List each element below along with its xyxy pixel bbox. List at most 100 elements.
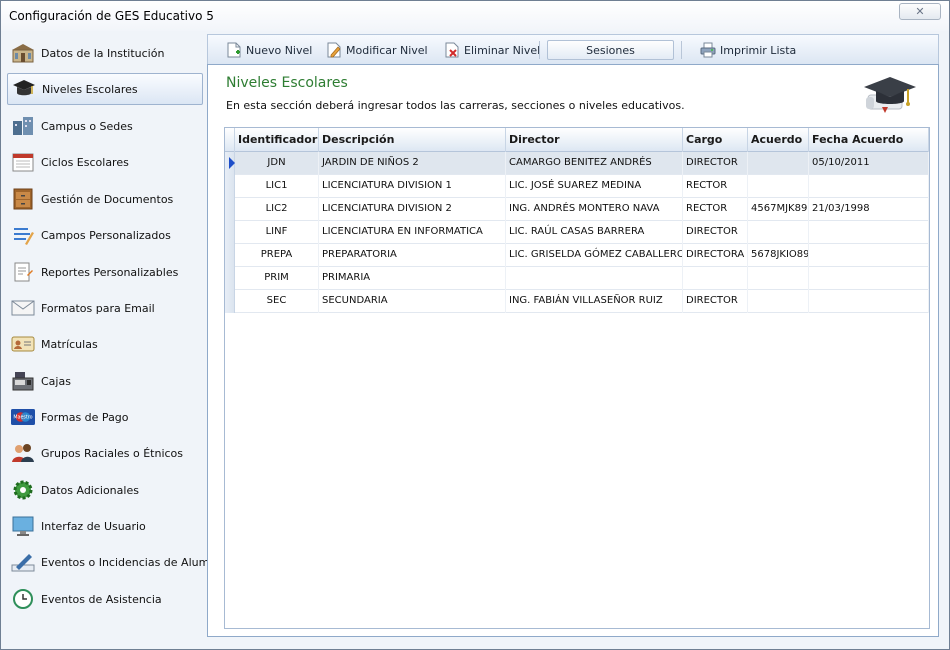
table-corner (225, 128, 235, 152)
table-row[interactable]: LIC1 LICENCIATURA DIVISION 1 LIC. JOSÉ SUA… (225, 175, 929, 198)
new-document-icon (226, 42, 242, 58)
new-level-label: Nuevo Nivel (246, 43, 313, 57)
edit-level-label: Modificar Nivel (346, 43, 428, 57)
table-cell: DIRECTORA (683, 244, 748, 267)
column-header[interactable]: Cargo (683, 128, 748, 152)
calendar-icon (11, 150, 35, 174)
sidebar-item-label: Matrículas (41, 337, 98, 351)
column-header[interactable]: Identificador (235, 128, 319, 152)
sidebar-item-label: Formatos para Email (41, 301, 155, 315)
pen-icon (11, 550, 35, 574)
sidebar-item-label: Grupos Raciales o Étnicos (41, 446, 184, 460)
table-cell: LIC1 (235, 175, 319, 198)
building-icon (11, 41, 35, 65)
row-selector[interactable] (225, 152, 235, 175)
sidebar-item-label: Niveles Escolares (42, 82, 138, 96)
toolbar: Nuevo Nivel Modificar Nivel Eliminar Niv… (207, 34, 939, 64)
table-cell: LIC. JOSÉ SUAREZ MEDINA (506, 175, 683, 198)
credit-card-icon: Maestro (11, 405, 35, 429)
column-header[interactable]: Descripción (319, 128, 506, 152)
window-title: Configuración de GES Educativo 5 (9, 9, 214, 23)
sidebar-item[interactable]: Cajas (7, 365, 203, 397)
table-row[interactable]: JDN JARDIN DE NIÑOS 2 CAMARGO BENITEZ ANDR… (225, 152, 929, 175)
row-selector[interactable] (225, 290, 235, 313)
table-row[interactable]: LINF LICENCIATURA EN INFORMATICA LIC. RAÚL… (225, 221, 929, 244)
table-cell (748, 175, 809, 198)
row-selector[interactable] (225, 221, 235, 244)
graduation-cap-icon (12, 77, 36, 101)
table-cell (809, 175, 929, 198)
sidebar-item-label: Cajas (41, 374, 71, 388)
table-cell: LINF (235, 221, 319, 244)
sidebar-item[interactable]: Datos de la Institución (7, 37, 203, 69)
table-cell (809, 221, 929, 244)
config-window: Configuración de GES Educativo 5 ✕ Datos… (0, 0, 950, 650)
table-cell: LICENCIATURA DIVISION 1 (319, 175, 506, 198)
sessions-label: Sesiones (586, 43, 635, 57)
table-header: Identificador Descripción Director Cargo Acu… (225, 128, 929, 152)
sidebar-item-label: Campos Personalizados (41, 228, 171, 242)
sidebar-item-label: Formas de Pago (41, 410, 129, 424)
delete-level-button[interactable]: Eliminar Nivel (444, 40, 540, 60)
svg-text:Maestro: Maestro (13, 415, 32, 421)
table-cell: LIC. RAÚL CASAS BARRERA (506, 221, 683, 244)
sidebar-item[interactable]: Datos Adicionales (7, 474, 203, 506)
table-cell: DIRECTOR (683, 221, 748, 244)
row-selector[interactable] (225, 198, 235, 221)
sidebar-item[interactable]: Grupos Raciales o Étnicos (7, 437, 203, 469)
sidebar-item[interactable]: Formatos para Email (7, 292, 203, 324)
sidebar-item[interactable]: Eventos o Incidencias de Alumnos (7, 546, 229, 578)
table-cell: SEC (235, 290, 319, 313)
table-cell: RECTOR (683, 198, 748, 221)
sidebar-item[interactable]: Eventos de Asistencia (7, 583, 203, 615)
new-level-button[interactable]: Nuevo Nivel (226, 40, 312, 60)
column-header[interactable]: Fecha Acuerdo (809, 128, 929, 152)
table-cell: LICENCIATURA DIVISION 2 (319, 198, 506, 221)
table-row[interactable]: PRIM PRIMARIA (225, 267, 929, 290)
edit-level-button[interactable]: Modificar Nivel (326, 40, 428, 60)
row-selector[interactable] (225, 244, 235, 267)
sidebar-item[interactable]: Matrículas (7, 328, 203, 360)
sidebar-item[interactable]: Interfaz de Usuario (7, 510, 203, 542)
sidebar-item[interactable]: Maestro Formas de Pago (7, 401, 203, 433)
printer-icon (700, 42, 716, 58)
sidebar-item[interactable]: Ciclos Escolares (7, 146, 203, 178)
gear-icon (11, 478, 35, 502)
table-cell (506, 267, 683, 290)
table-row[interactable]: PREPA PREPARATORIA LIC. GRISELDA GÓMEZ CAB… (225, 244, 929, 267)
sidebar-item[interactable]: Campos Personalizados (7, 219, 203, 251)
cash-register-icon (11, 369, 35, 393)
row-selector[interactable] (225, 267, 235, 290)
row-selector[interactable] (225, 175, 235, 198)
table-cell (683, 267, 748, 290)
column-header[interactable]: Acuerdo (748, 128, 809, 152)
table-cell: ING. FABIÁN VILLASEÑOR RUIZ (506, 290, 683, 313)
column-header[interactable]: Director (506, 128, 683, 152)
table-cell: LIC2 (235, 198, 319, 221)
sidebar-item-label: Gestión de Documentos (41, 192, 174, 206)
table-cell: 4567MJK89 (748, 198, 809, 221)
table-cell: CAMARGO BENITEZ ANDRÉS (506, 152, 683, 175)
print-list-button[interactable]: Imprimir Lista (700, 40, 796, 60)
sidebar-item[interactable]: Reportes Personalizables (7, 256, 203, 288)
table-cell: 21/03/1998 (809, 198, 929, 221)
table-cell (809, 290, 929, 313)
sidebar-item[interactable]: Niveles Escolares (7, 73, 203, 105)
graduation-cap-icon (862, 75, 918, 118)
sidebar-item-label: Datos de la Institución (41, 46, 165, 60)
sidebar-item[interactable]: Campus o Sedes (7, 110, 203, 142)
close-icon: ✕ (915, 5, 925, 18)
sidebar-item-label: Campus o Sedes (41, 119, 133, 133)
table-row[interactable]: LIC2 LICENCIATURA DIVISION 2 ING. ANDRÉS M… (225, 198, 929, 221)
delete-document-icon (444, 42, 460, 58)
sidebar-item[interactable]: Gestión de Documentos (7, 183, 203, 215)
sidebar-item-label: Datos Adicionales (41, 483, 139, 497)
table-cell (748, 290, 809, 313)
sessions-button[interactable]: Sesiones (547, 40, 674, 60)
table-row[interactable]: SEC SECUNDARIA ING. FABIÁN VILLASEÑOR RUIZ… (225, 290, 929, 313)
close-button[interactable]: ✕ (899, 3, 941, 20)
table-cell: DIRECTOR (683, 152, 748, 175)
report-icon (11, 260, 35, 284)
sidebar: Datos de la Institución Niveles Escolares… (7, 34, 229, 646)
sidebar-item-label: Interfaz de Usuario (41, 519, 146, 533)
